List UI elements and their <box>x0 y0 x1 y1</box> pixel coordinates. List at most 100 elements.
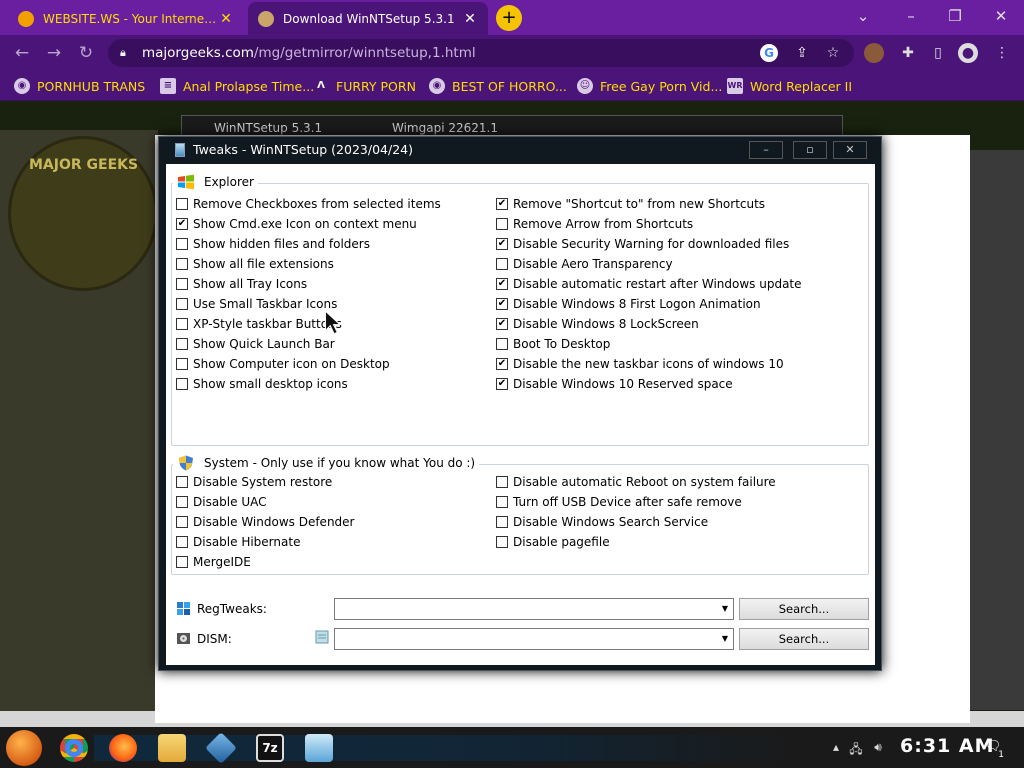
checkbox-unchecked[interactable] <box>176 516 188 528</box>
tweak-checkbox[interactable]: Disable UAC <box>176 494 267 510</box>
minimize-button[interactable]: – <box>896 4 926 28</box>
checkbox-checked[interactable]: ✔ <box>176 218 188 230</box>
checkbox-unchecked[interactable] <box>176 278 188 290</box>
tweak-checkbox[interactable]: ✔ Disable Windows 8 First Logon Animation <box>496 296 761 312</box>
tweak-checkbox[interactable]: ✔ Disable Security Warning for downloaded… <box>496 236 789 252</box>
7zip-icon[interactable]: 7z <box>256 734 284 762</box>
regtweaks-combo[interactable]: ▼ <box>334 598 734 620</box>
tweak-checkbox[interactable]: Boot To Desktop <box>496 336 610 352</box>
tweak-checkbox[interactable]: Show hidden files and folders <box>176 236 370 252</box>
checkbox-checked[interactable]: ✔ <box>496 318 508 330</box>
tweak-checkbox[interactable]: Use Small Taskbar Icons <box>176 296 337 312</box>
new-tab-button[interactable]: + <box>496 5 522 31</box>
extensions-puzzle-icon[interactable]: ✚ <box>898 43 918 63</box>
checkbox-checked[interactable]: ✔ <box>496 298 508 310</box>
bookmark-item[interactable]: ◉ BEST OF HORRO... <box>429 77 567 95</box>
bookmark-item[interactable]: ☺ Free Gay Porn Vid... <box>577 77 722 95</box>
network-icon[interactable]: 🖧︎ <box>848 740 864 756</box>
dialog-titlebar[interactable]: Tweaks - WinNTSetup (2023/04/24) – ▫ ✕ <box>159 137 881 163</box>
tweak-checkbox[interactable]: Turn off USB Device after safe remove <box>496 494 742 510</box>
restore-button[interactable]: ❐ <box>940 4 970 28</box>
chrome-icon[interactable] <box>60 734 88 762</box>
tweak-checkbox[interactable]: Disable Windows Defender <box>176 514 354 530</box>
account-avatar-icon[interactable]: ● <box>958 43 978 63</box>
checkbox-checked[interactable]: ✔ <box>496 378 508 390</box>
tray-expand-icon[interactable]: ▴ <box>828 740 844 754</box>
checkbox-unchecked[interactable] <box>176 318 188 330</box>
tweak-checkbox[interactable]: ✔ Disable the new taskbar icons of window… <box>496 356 784 372</box>
tweak-checkbox[interactable]: Disable automatic Reboot on system failu… <box>496 474 776 490</box>
tab-close-icon[interactable]: ✕ <box>218 11 234 27</box>
side-panel-icon[interactable]: ▯ <box>928 43 948 63</box>
tweak-checkbox[interactable]: Show Computer icon on Desktop <box>176 356 390 372</box>
forward-arrow-icon[interactable]: → <box>42 41 66 65</box>
dism-search-button[interactable]: Search... <box>739 628 869 650</box>
winntsetup-taskbar-icon[interactable] <box>305 734 333 762</box>
tweak-checkbox[interactable]: Show Quick Launch Bar <box>176 336 335 352</box>
tweak-checkbox[interactable]: ✔ Disable automatic restart after Windows… <box>496 276 802 292</box>
tweak-checkbox[interactable]: Show all file extensions <box>176 256 334 272</box>
file-explorer-icon[interactable] <box>158 734 186 762</box>
dialog-maximize-button[interactable]: ▫ <box>793 141 827 159</box>
back-arrow-icon[interactable]: ← <box>10 41 34 65</box>
tab-search-chevron-icon[interactable]: ⌄ <box>848 4 878 28</box>
checkbox-unchecked[interactable] <box>496 516 508 528</box>
tab-website-ws[interactable]: WEBSITE.WS - Your Internet Ad ✕ <box>8 2 244 35</box>
tweak-checkbox[interactable]: ✔ Remove "Shortcut to" from new Shortcuts <box>496 196 765 212</box>
checkbox-unchecked[interactable] <box>176 536 188 548</box>
taskbar-clock[interactable]: 6:31 AM <box>900 735 995 757</box>
checkbox-unchecked[interactable] <box>176 476 188 488</box>
checkbox-unchecked[interactable] <box>496 536 508 548</box>
volume-icon[interactable]: 🔊︎ <box>870 740 886 754</box>
tweak-checkbox[interactable]: Disable System restore <box>176 474 332 490</box>
menu-kebab-icon[interactable]: ⋮ <box>992 43 1012 63</box>
dialog-minimize-button[interactable]: – <box>749 141 783 159</box>
close-button[interactable]: ✕ <box>986 4 1016 28</box>
notification-icon[interactable]: 🗨︎ 1 <box>982 739 1004 760</box>
checkbox-unchecked[interactable] <box>176 298 188 310</box>
checkbox-unchecked[interactable] <box>176 378 188 390</box>
checkbox-checked[interactable]: ✔ <box>496 358 508 370</box>
bookmark-star-icon[interactable]: ☆ <box>824 44 842 62</box>
checkbox-unchecked[interactable] <box>176 496 188 508</box>
bookmark-item[interactable]: ≡ Anal Prolapse Time... <box>160 77 314 95</box>
checkbox-unchecked[interactable] <box>176 198 188 210</box>
start-orb-button[interactable] <box>6 730 42 766</box>
checkbox-checked[interactable]: ✔ <box>496 278 508 290</box>
tweak-checkbox[interactable]: Disable Windows Search Service <box>496 514 708 530</box>
checkbox-unchecked[interactable] <box>496 338 508 350</box>
dropdown-arrow-icon[interactable]: ▼ <box>722 634 728 643</box>
checkbox-unchecked[interactable] <box>176 358 188 370</box>
bookmark-item[interactable]: Λ FURRY PORN <box>313 77 416 95</box>
tweak-checkbox[interactable]: Disable Aero Transparency <box>496 256 673 272</box>
google-icon[interactable]: G <box>760 44 778 62</box>
checkbox-unchecked[interactable] <box>176 238 188 250</box>
tweak-checkbox[interactable]: Show all Tray Icons <box>176 276 307 292</box>
regtweaks-search-button[interactable]: Search... <box>739 598 869 620</box>
checkbox-unchecked[interactable] <box>496 476 508 488</box>
tweak-checkbox[interactable]: Disable pagefile <box>496 534 610 550</box>
address-bar[interactable]: 🔒︎ majorgeeks.com/mg/getmirror/winntsetu… <box>108 39 854 67</box>
tab-winntsetup[interactable]: Download WinNTSetup 5.3.1 ✕ <box>248 2 488 35</box>
tweak-checkbox[interactable]: ✔ Show Cmd.exe Icon on context menu <box>176 216 417 232</box>
bookmark-item[interactable]: ◉ PORNHUB TRANS <box>14 77 145 95</box>
tweak-checkbox[interactable]: MergeIDE <box>176 554 251 570</box>
checkbox-checked[interactable]: ✔ <box>496 198 508 210</box>
tweak-checkbox[interactable]: XP-Style taskbar Buttons <box>176 316 342 332</box>
tweak-checkbox[interactable]: Show small desktop icons <box>176 376 348 392</box>
bookmark-item[interactable]: WR Word Replacer II <box>727 77 852 95</box>
tweak-checkbox[interactable]: ✔ Disable Windows 8 LockScreen <box>496 316 699 332</box>
reload-icon[interactable]: ↻ <box>74 41 98 65</box>
checkbox-unchecked[interactable] <box>496 218 508 230</box>
tweak-checkbox[interactable]: Remove Checkboxes from selected items <box>176 196 441 212</box>
checkbox-unchecked[interactable] <box>496 496 508 508</box>
tweak-checkbox[interactable]: Disable Hibernate <box>176 534 300 550</box>
tweak-checkbox[interactable]: Remove Arrow from Shortcuts <box>496 216 693 232</box>
checkbox-unchecked[interactable] <box>176 258 188 270</box>
firefox-icon[interactable] <box>109 734 137 762</box>
dism-combo[interactable]: ▼ <box>334 628 734 650</box>
checkbox-checked[interactable]: ✔ <box>496 238 508 250</box>
checkbox-unchecked[interactable] <box>176 338 188 350</box>
dialog-close-button[interactable]: ✕ <box>833 141 867 159</box>
tab-close-icon[interactable]: ✕ <box>462 11 478 27</box>
